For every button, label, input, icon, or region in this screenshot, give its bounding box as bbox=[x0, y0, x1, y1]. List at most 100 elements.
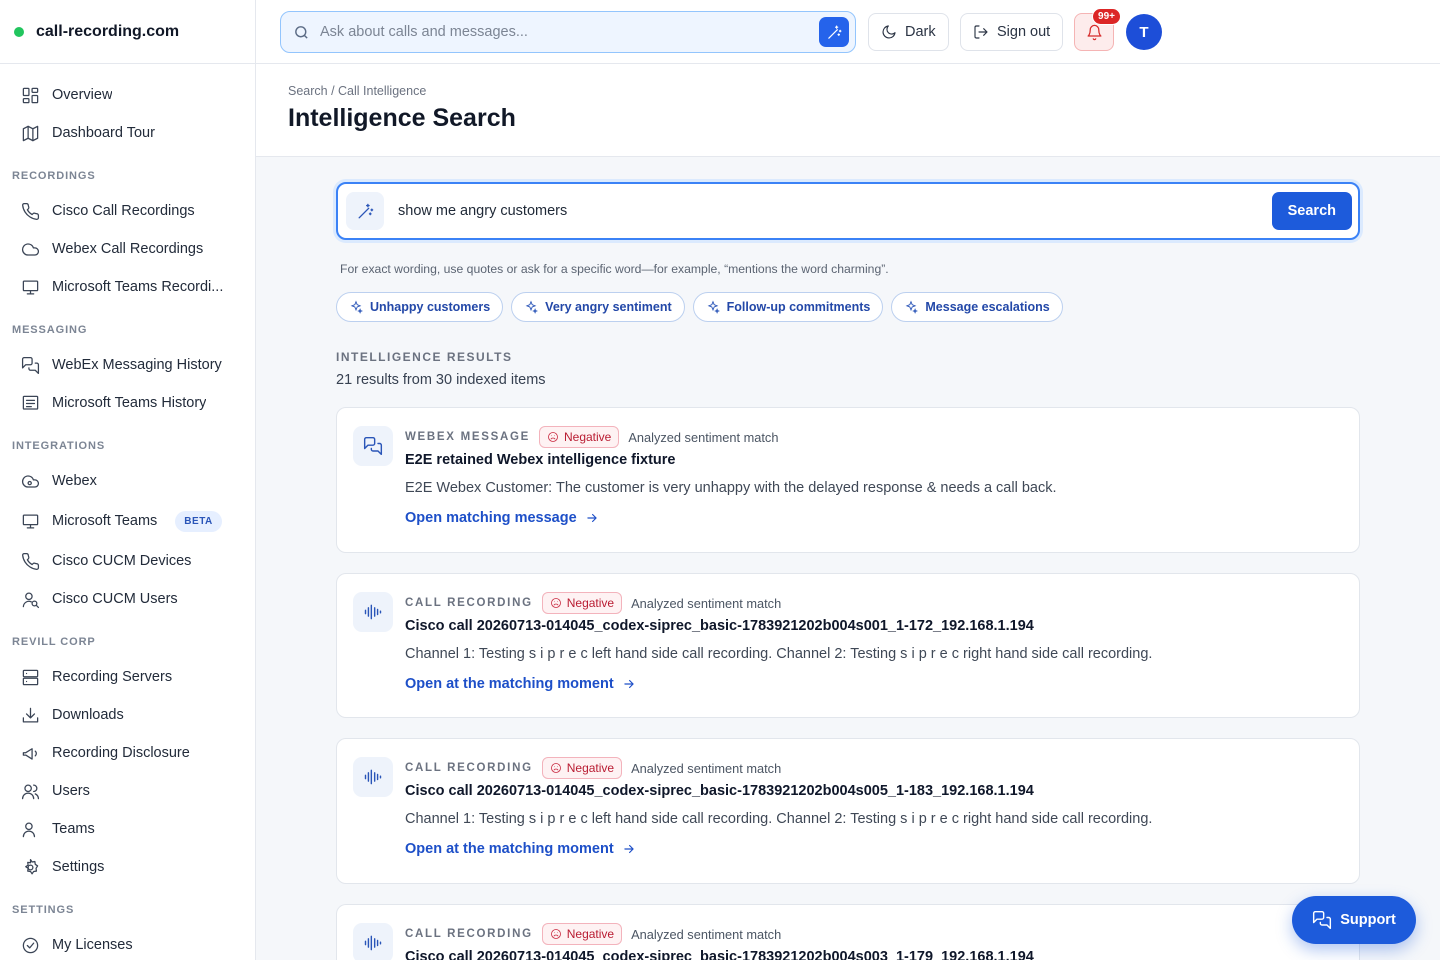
sidebar-item-label: Dashboard Tour bbox=[52, 125, 155, 141]
ask-search-bar[interactable] bbox=[280, 11, 856, 53]
breadcrumb: Search / Call Intelligence bbox=[288, 84, 427, 98]
bell-icon bbox=[1086, 24, 1102, 40]
sign-out-button[interactable]: Sign out bbox=[960, 13, 1064, 51]
sidebar-item-label: Teams bbox=[52, 821, 95, 837]
open-result-link[interactable]: Open matching message bbox=[405, 510, 1339, 526]
dark-mode-button[interactable]: Dark bbox=[868, 13, 949, 51]
sidebar-item-webex-call-recordings[interactable]: Webex Call Recordings bbox=[0, 230, 255, 268]
ai-wand-button[interactable] bbox=[819, 17, 849, 47]
frown-icon bbox=[548, 432, 558, 442]
sidebar-item-my-licenses[interactable]: My Licenses bbox=[0, 926, 255, 960]
suggestion-chip[interactable]: Very angry sentiment bbox=[511, 292, 685, 322]
sparkle-icon bbox=[525, 300, 539, 314]
open-result-link[interactable]: Open at the matching moment bbox=[405, 676, 1339, 692]
status-dot bbox=[14, 26, 24, 37]
sidebar-item-label: Users bbox=[52, 783, 90, 799]
frown-icon bbox=[550, 763, 561, 773]
result-title: Cisco call 20260713-014045_codex-siprec_… bbox=[405, 618, 1034, 634]
sparkle-icon bbox=[350, 300, 363, 314]
sidebar-item-overview[interactable]: Overview bbox=[0, 76, 255, 114]
sidebar-item-settings[interactable]: Settings bbox=[0, 848, 255, 886]
sidebar-item-downloads[interactable]: Downloads bbox=[0, 696, 255, 734]
phone-icon bbox=[20, 201, 40, 221]
match-label: Analyzed sentiment match bbox=[631, 760, 782, 776]
sidebar-item-webex-messaging[interactable]: WebEx Messaging History bbox=[0, 346, 255, 384]
notifications-button[interactable]: 99+ bbox=[1074, 8, 1121, 51]
result-card[interactable]: CALL RECORDING Negative Analyzed sentime… bbox=[336, 738, 1360, 884]
sidebar-item-label: Webex Call Recordings bbox=[52, 241, 204, 257]
sidebar-item-webex[interactable]: Webex bbox=[0, 462, 255, 500]
sidebar-item-label: Settings bbox=[52, 859, 105, 875]
search-hint: For exact wording, use quotes or ask for… bbox=[340, 262, 889, 276]
phone-icon bbox=[20, 551, 40, 571]
sentiment-badge: Negative bbox=[541, 757, 623, 779]
sidebar: call-recording.com Overview Dashboard To… bbox=[0, 0, 256, 960]
sparkle-icon bbox=[707, 300, 720, 314]
sentiment-label: Negative bbox=[566, 927, 615, 941]
sidebar-item-label: Microsoft Teams bbox=[52, 513, 158, 529]
audio-wave-icon bbox=[353, 757, 393, 797]
section-title-messaging: MESSAGING bbox=[12, 324, 88, 336]
sidebar-item-recording-disclosure[interactable]: Recording Disclosure bbox=[0, 734, 255, 772]
support-label: Support bbox=[1340, 912, 1396, 928]
avatar[interactable]: T bbox=[1126, 14, 1162, 50]
result-card[interactable]: CALL RECORDING Negative Analyzed sentime… bbox=[336, 904, 1360, 960]
sentiment-badge: Negative bbox=[538, 426, 620, 448]
page-header: Search / Call Intelligence Intelligence … bbox=[256, 64, 1440, 157]
ask-input[interactable] bbox=[320, 24, 800, 40]
sidebar-item-teams[interactable]: Teams bbox=[0, 810, 255, 848]
results-heading: INTELLIGENCE RESULTS bbox=[336, 350, 513, 364]
open-result-link[interactable]: Open at the matching moment bbox=[405, 841, 1339, 857]
intelligence-query-input[interactable] bbox=[398, 203, 1218, 219]
result-description: E2E Webex Customer: The customer is very… bbox=[405, 480, 1057, 496]
sidebar-item-users[interactable]: Users bbox=[0, 772, 255, 810]
sidebar-item-label: Downloads bbox=[52, 707, 124, 723]
monitor-icon bbox=[20, 277, 40, 297]
sentiment-label: Negative bbox=[566, 761, 615, 775]
gear-icon bbox=[20, 857, 40, 877]
sidebar-item-label: Recording Disclosure bbox=[52, 745, 190, 761]
sidebar-item-label: Cisco CUCM Devices bbox=[52, 553, 192, 569]
result-kind: CALL RECORDING bbox=[405, 597, 533, 609]
check-circle-icon bbox=[20, 935, 40, 955]
brand[interactable]: call-recording.com bbox=[0, 0, 255, 64]
result-card[interactable]: WEBEX MESSAGE Negative Analyzed sentimen… bbox=[336, 407, 1360, 553]
search-icon bbox=[295, 25, 308, 39]
server-icon bbox=[20, 667, 40, 687]
suggestion-chip[interactable]: Follow-up commitments bbox=[692, 292, 884, 322]
sidebar-item-teams-history[interactable]: Microsoft Teams History bbox=[0, 384, 255, 422]
section-title-recordings: RECORDINGS bbox=[12, 170, 96, 182]
search-button[interactable]: Search bbox=[1271, 192, 1352, 230]
sign-out-icon bbox=[974, 25, 988, 39]
brand-name: call-recording.com bbox=[36, 22, 180, 40]
result-title: E2E retained Webex intelligence fixture bbox=[405, 452, 676, 468]
result-kind: CALL RECORDING bbox=[405, 928, 533, 940]
result-kind: WEBEX MESSAGE bbox=[405, 431, 530, 443]
result-card[interactable]: CALL RECORDING Negative Analyzed sentime… bbox=[336, 573, 1360, 718]
sidebar-item-dashboard-tour[interactable]: Dashboard Tour bbox=[0, 114, 255, 152]
sidebar-nav: Overview Dashboard Tour RECORDINGS Cisco… bbox=[0, 64, 255, 960]
sidebar-item-microsoft-teams[interactable]: Microsoft Teams BETA bbox=[0, 500, 255, 542]
support-button[interactable]: Support bbox=[1292, 896, 1416, 944]
message-square-icon bbox=[20, 393, 40, 413]
sidebar-item-label: Recording Servers bbox=[52, 669, 173, 685]
moon-icon bbox=[882, 25, 896, 39]
sentiment-badge: Negative bbox=[541, 923, 623, 945]
sidebar-item-cucm-users[interactable]: Cisco CUCM Users bbox=[0, 580, 255, 618]
arrow-right-icon bbox=[624, 679, 634, 689]
suggestion-chip[interactable]: Unhappy customers bbox=[336, 292, 504, 322]
sidebar-item-teams-recordings[interactable]: Microsoft Teams Recordi... bbox=[0, 268, 255, 306]
beta-badge: BETA bbox=[175, 510, 222, 532]
arrow-right-icon bbox=[624, 844, 634, 854]
chat-icon bbox=[353, 426, 393, 466]
sidebar-item-cisco-call-recordings[interactable]: Cisco Call Recordings bbox=[0, 192, 255, 230]
sidebar-item-cucm-devices[interactable]: Cisco CUCM Devices bbox=[0, 542, 255, 580]
cloud-gear-icon bbox=[20, 471, 40, 491]
link-label: Open at the matching moment bbox=[405, 841, 614, 857]
sidebar-item-label: Microsoft Teams Recordi... bbox=[52, 279, 224, 295]
chip-label: Follow-up commitments bbox=[726, 300, 871, 314]
suggestion-chip[interactable]: Message escalations bbox=[891, 292, 1063, 322]
megaphone-icon bbox=[20, 743, 40, 763]
sidebar-item-recording-servers[interactable]: Recording Servers bbox=[0, 658, 255, 696]
magic-wand-icon bbox=[827, 25, 841, 39]
